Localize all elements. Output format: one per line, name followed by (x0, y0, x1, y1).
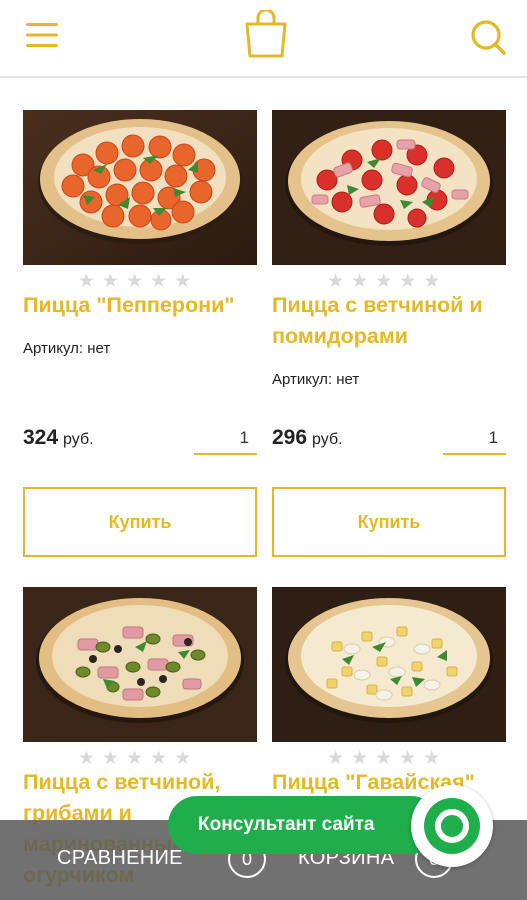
shopping-bag-icon[interactable] (242, 10, 290, 60)
star-icon[interactable]: ★ (351, 272, 368, 291)
star-icon[interactable]: ★ (126, 272, 143, 291)
product-price: 324 руб. (23, 426, 94, 450)
star-icon[interactable]: ★ (327, 272, 344, 291)
buy-button[interactable]: Купить (272, 487, 506, 557)
product-sku: Артикул: нет (272, 371, 360, 388)
product-card: ★ ★ ★ ★ ★ Пицца с ветчиной и помидорами Арти… (272, 110, 506, 560)
star-icon[interactable]: ★ (78, 749, 95, 768)
consultant-button[interactable]: Консультант сайта (168, 796, 440, 854)
star-icon[interactable]: ★ (327, 749, 344, 768)
rating-stars[interactable]: ★ ★ ★ ★ ★ (327, 272, 447, 291)
rating-stars[interactable]: ★ ★ ★ ★ ★ (78, 272, 198, 291)
star-icon[interactable]: ★ (150, 272, 167, 291)
chat-bubble-icon (424, 798, 480, 854)
product-image-hawaiian[interactable] (272, 587, 506, 742)
star-icon[interactable]: ★ (399, 272, 416, 291)
star-icon[interactable]: ★ (102, 272, 119, 291)
product-image-ham-mushroom[interactable] (23, 587, 257, 742)
product-image-ham-tomato[interactable] (272, 110, 506, 265)
star-icon[interactable]: ★ (78, 272, 95, 291)
product-card: ★ ★ ★ ★ ★ Пицца "Пепперони" Артикул: нет 324… (23, 110, 257, 560)
price-currency: руб. (63, 431, 94, 448)
compare-link[interactable]: СРАВНЕНИЕ (57, 847, 183, 870)
price-value: 296 (272, 426, 308, 449)
rating-stars[interactable]: ★ ★ ★ ★ ★ (327, 749, 447, 768)
price-currency: руб. (312, 431, 343, 448)
quantity-input[interactable] (443, 423, 506, 455)
product-sku: Артикул: нет (23, 340, 111, 357)
star-icon[interactable]: ★ (150, 749, 167, 768)
product-title[interactable]: Пицца с ветчиной и помидорами (272, 290, 506, 352)
star-icon[interactable]: ★ (375, 749, 392, 768)
star-icon[interactable]: ★ (174, 272, 191, 291)
chat-ring-icon (435, 809, 469, 843)
star-icon[interactable]: ★ (126, 749, 143, 768)
quantity-input[interactable] (194, 423, 257, 455)
price-value: 324 (23, 426, 59, 449)
top-header (0, 0, 527, 78)
star-icon[interactable]: ★ (351, 749, 368, 768)
buy-button[interactable]: Купить (23, 487, 257, 557)
product-title[interactable]: Пицца "Пепперони" (23, 290, 257, 321)
star-icon[interactable]: ★ (423, 749, 440, 768)
rating-stars[interactable]: ★ ★ ★ ★ ★ (78, 749, 198, 768)
product-image-pepperoni[interactable] (23, 110, 257, 265)
star-icon[interactable]: ★ (399, 749, 416, 768)
chat-widget-button[interactable] (411, 785, 493, 867)
star-icon[interactable]: ★ (375, 272, 392, 291)
star-icon[interactable]: ★ (174, 749, 191, 768)
search-icon[interactable] (469, 18, 507, 56)
star-icon[interactable]: ★ (423, 272, 440, 291)
hamburger-menu-icon[interactable] (26, 22, 58, 48)
star-icon[interactable]: ★ (102, 749, 119, 768)
product-price: 296 руб. (272, 426, 343, 450)
